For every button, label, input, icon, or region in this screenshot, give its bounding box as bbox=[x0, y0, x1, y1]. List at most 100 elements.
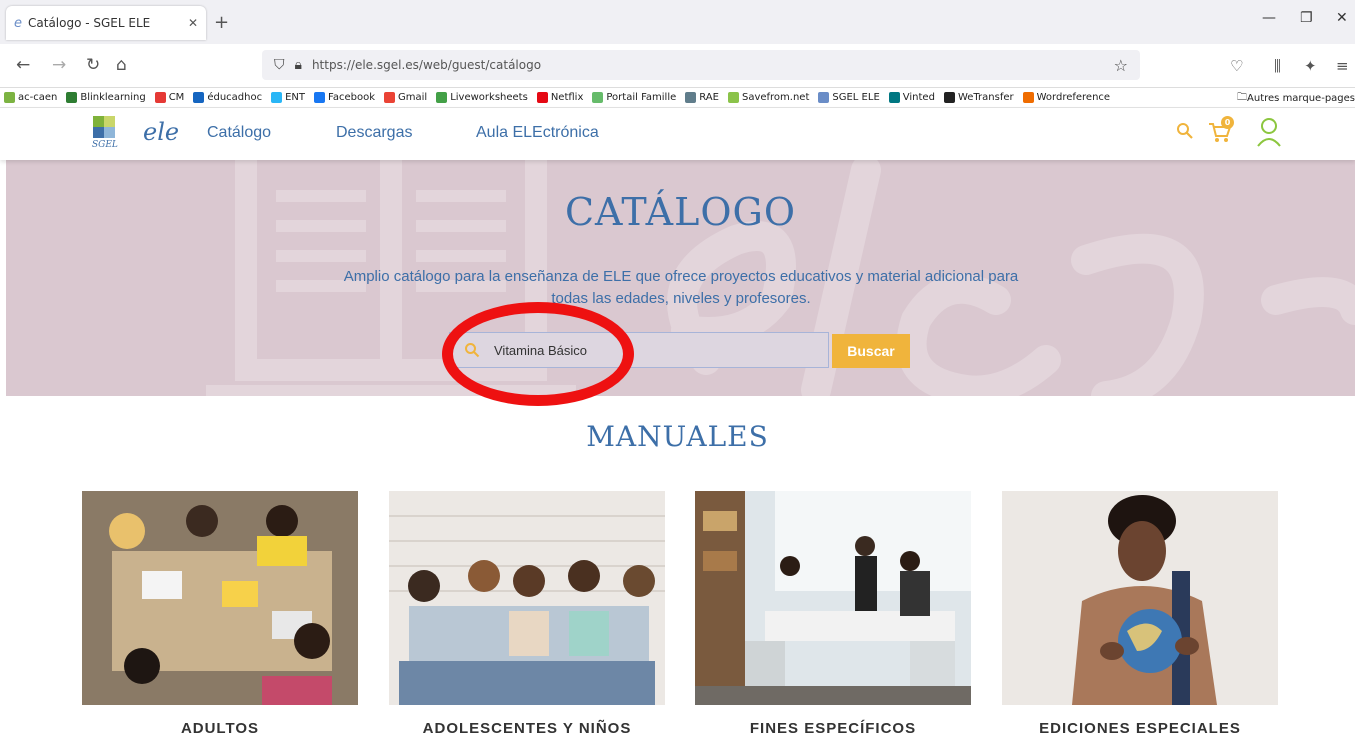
search-icon[interactable] bbox=[1176, 122, 1194, 140]
pocket-icon[interactable]: ♡ bbox=[1230, 57, 1243, 75]
bookmarks-toolbar: ac-caen Blinklearning CM éducadhoc ENT Facebo… bbox=[0, 88, 1355, 108]
category-fines-especificos[interactable]: FINES ESPECÍFICOS bbox=[695, 720, 971, 737]
bookmark-favicon-icon bbox=[592, 92, 604, 103]
user-icon[interactable] bbox=[1256, 116, 1282, 148]
bookmark-label: CM bbox=[168, 92, 185, 103]
new-tab-icon[interactable]: + bbox=[214, 12, 229, 33]
back-icon[interactable]: ← bbox=[16, 55, 30, 75]
home-icon[interactable]: ⌂ bbox=[116, 55, 127, 75]
minimize-window-icon[interactable]: — bbox=[1262, 10, 1276, 26]
bookmark-item[interactable]: Facebook bbox=[314, 92, 375, 103]
menu-aula-electronica[interactable]: Aula ELEctrónica bbox=[476, 124, 599, 142]
bookmark-label: Vinted bbox=[902, 92, 935, 103]
bookmark-item[interactable]: Gmail bbox=[384, 92, 427, 103]
forward-icon[interactable]: → bbox=[52, 55, 66, 75]
browser-nav-bar: ← → ↻ ⌂ ⛉ 🔒︎ https://ele.sgel.es/web/gue… bbox=[0, 44, 1355, 88]
reload-icon[interactable]: ↻ bbox=[86, 55, 100, 75]
bookmark-label: Wordreference bbox=[1036, 92, 1111, 103]
cart-count-badge: 0 bbox=[1221, 116, 1234, 129]
bookmark-favicon-icon bbox=[818, 92, 830, 103]
bookmark-label: Savefrom.net bbox=[741, 92, 810, 103]
other-bookmarks-label: Autres marque-pages bbox=[1247, 92, 1355, 104]
bookmark-item[interactable]: ENT bbox=[271, 92, 305, 103]
bookmark-favicon-icon bbox=[685, 92, 697, 103]
bookmark-label: SGEL ELE bbox=[832, 92, 880, 103]
category-ediciones-especiales[interactable]: EDICIONES ESPECIALES bbox=[1002, 720, 1278, 737]
bookmark-favicon-icon bbox=[436, 92, 448, 103]
bookmark-item[interactable]: CM bbox=[154, 92, 185, 103]
page-title: CATÁLOGO bbox=[564, 190, 797, 234]
bookmark-favicon-icon bbox=[943, 92, 955, 103]
search-button[interactable]: Buscar bbox=[832, 334, 910, 368]
bookmark-item[interactable]: RAE bbox=[685, 92, 719, 103]
logo-ele-text[interactable]: ele bbox=[143, 118, 179, 146]
bookmark-favicon-icon bbox=[193, 92, 205, 103]
bookmark-label: ac-caen bbox=[18, 92, 58, 103]
bookmark-label: éducadhoc bbox=[207, 92, 263, 103]
sgel-favicon-icon: e bbox=[14, 15, 22, 31]
logo-sgel-text[interactable]: SGEL bbox=[92, 140, 118, 150]
extension-icon[interactable]: ✦ bbox=[1304, 57, 1317, 75]
adults-studying-image bbox=[82, 491, 358, 705]
cart-button[interactable]: 0 bbox=[1207, 116, 1234, 148]
bookmark-item[interactable]: Savefrom.net bbox=[727, 92, 810, 103]
url-text: https://ele.sgel.es/web/guest/catálogo bbox=[311, 58, 542, 72]
address-bar[interactable]: ⛉ 🔒︎ https://ele.sgel.es/web/guest/catál… bbox=[262, 50, 1140, 80]
category-adultos[interactable]: ADULTOS bbox=[82, 720, 358, 737]
bookmark-favicon-icon bbox=[314, 92, 326, 103]
bookmark-label: Gmail bbox=[398, 92, 428, 103]
bookmark-label: Portail Famille bbox=[606, 92, 677, 103]
library-icon[interactable]: ⫼ bbox=[1274, 57, 1281, 75]
card-adultos-image[interactable] bbox=[82, 491, 358, 705]
menu-catalogo[interactable]: Catálogo bbox=[207, 124, 271, 142]
teens-brick-wall-image bbox=[389, 491, 665, 705]
bookmark-item[interactable]: éducadhoc bbox=[193, 92, 262, 103]
restore-window-icon[interactable]: ❐ bbox=[1300, 10, 1313, 26]
sgel-logo-icon[interactable] bbox=[93, 116, 115, 138]
bookmark-label: Liveworksheets bbox=[450, 92, 528, 103]
bookmark-label: RAE bbox=[699, 92, 719, 103]
card-ediciones-especiales-image[interactable] bbox=[1002, 491, 1278, 705]
bookmark-label: Netflix bbox=[550, 92, 584, 103]
bookmark-favicon-icon bbox=[1022, 92, 1034, 103]
bookmark-item[interactable]: Vinted bbox=[888, 92, 935, 103]
catalog-description: Amplio catálogo para la enseñanza de ELE… bbox=[343, 268, 1019, 307]
hamburger-menu-icon[interactable]: ≡ bbox=[1336, 57, 1349, 75]
shield-icon[interactable]: ⛉ bbox=[274, 57, 285, 73]
bookmark-item[interactable]: WeTransfer bbox=[943, 92, 1014, 103]
lock-icon[interactable]: 🔒︎ bbox=[295, 57, 302, 73]
category-adolescentes-y-ninos[interactable]: ADOLESCENTES Y NIÑOS bbox=[389, 720, 665, 737]
browser-tab-active[interactable]: e Catálogo - SGEL ELE ✕ bbox=[6, 6, 206, 40]
catalog-search-box[interactable] bbox=[449, 332, 829, 368]
bookmark-favicon-icon bbox=[536, 92, 548, 103]
close-tab-icon[interactable]: ✕ bbox=[188, 16, 198, 30]
bookmark-label: Blinklearning bbox=[80, 92, 146, 103]
tab-title: Catálogo - SGEL ELE bbox=[28, 16, 151, 30]
bookmark-item[interactable]: ac-caen bbox=[4, 92, 57, 103]
menu-descargas[interactable]: Descargas bbox=[336, 124, 412, 142]
bookmark-favicon-icon bbox=[384, 92, 396, 103]
other-bookmarks-folder[interactable]: 🗀︎ Autres marque-pages bbox=[1231, 88, 1355, 107]
close-window-icon[interactable]: ✕ bbox=[1336, 10, 1348, 26]
bookmark-item[interactable]: Portail Famille bbox=[592, 92, 676, 103]
search-icon bbox=[465, 343, 480, 358]
card-fines-especificos-image[interactable] bbox=[695, 491, 971, 705]
bookmark-favicon-icon bbox=[727, 92, 739, 103]
bookmark-item[interactable]: Netflix bbox=[536, 92, 584, 103]
bookmark-favicon-icon bbox=[271, 92, 283, 103]
bookmark-item[interactable]: Wordreference bbox=[1022, 92, 1111, 103]
bookmark-favicon-icon bbox=[154, 92, 166, 103]
bookmark-item[interactable]: Blinklearning bbox=[66, 92, 146, 103]
bookmark-item[interactable]: SGEL ELE bbox=[818, 92, 880, 103]
bookmark-star-icon[interactable]: ☆ bbox=[1114, 56, 1128, 75]
manuales-title: MANUALES bbox=[586, 420, 769, 453]
card-adolescentes-image[interactable] bbox=[389, 491, 665, 705]
bookmark-favicon-icon bbox=[66, 92, 78, 103]
bookmark-item[interactable]: Liveworksheets bbox=[436, 92, 528, 103]
site-header: SGEL ele Catálogo Descargas Aula ELEctró… bbox=[0, 108, 1355, 160]
folder-icon: 🗀︎ bbox=[1237, 91, 1248, 103]
bookmark-favicon-icon bbox=[888, 92, 900, 103]
boy-with-globe-image bbox=[1002, 491, 1278, 705]
catalog-search-input[interactable] bbox=[492, 341, 812, 359]
catalog-hero: CATÁLOGO Amplio catálogo para la enseñan… bbox=[6, 160, 1355, 396]
